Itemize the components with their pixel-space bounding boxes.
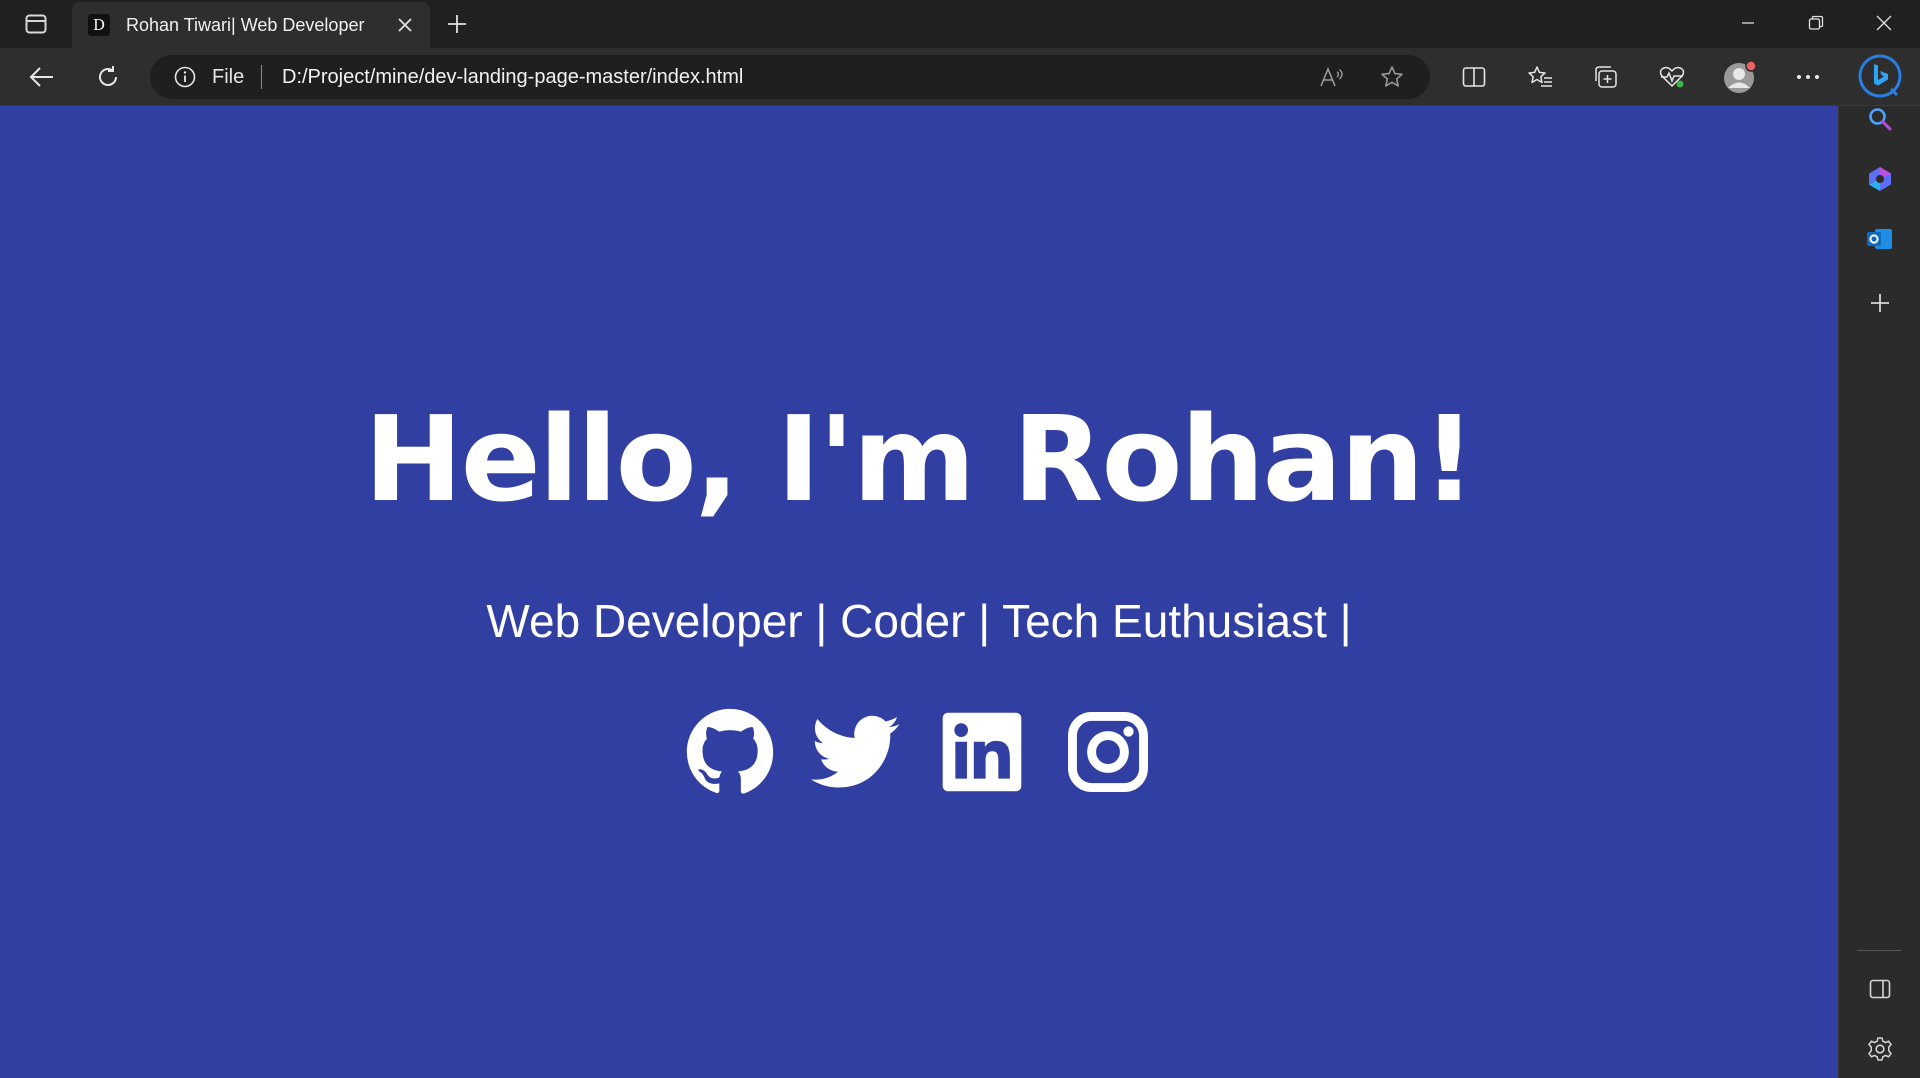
linkedin-link[interactable] [937,707,1027,797]
read-aloud-button[interactable] [1318,64,1346,90]
bing-icon [1858,54,1902,98]
bing-chat-button[interactable] [1856,52,1904,100]
page-subtitle: Web Developer | Coder | Tech Euthusiast … [486,595,1352,647]
github-link[interactable] [685,707,775,797]
sidebar-outlook-button[interactable] [1859,218,1901,260]
address-divider [261,65,262,89]
hide-sidebar-button[interactable] [1859,968,1901,1010]
minimize-button[interactable] [1714,0,1782,46]
browser-essentials-button[interactable] [1652,58,1692,96]
edge-sidebar [1838,106,1920,1078]
close-icon [1876,15,1892,31]
arrow-left-icon [29,67,53,87]
twitter-icon [811,715,900,788]
tab-actions-icon [25,14,47,34]
minimize-icon [1742,22,1754,24]
tab-strip: D Rohan Tiwari| Web Developer [0,0,1920,48]
active-tab[interactable]: D Rohan Tiwari| Web Developer [72,2,430,48]
sidebar-settings-button[interactable] [1859,1028,1901,1070]
social-links [0,706,1838,798]
gear-icon [1868,1037,1892,1061]
favorites-icon [1528,66,1552,87]
page-title: Hello, I'm Rohan! [363,390,1476,528]
search-icon [1869,108,1892,131]
scheme-label: File [212,66,245,88]
linkedin-icon [942,712,1022,792]
avatar-icon [1724,60,1757,93]
tab-title: Rohan Tiwari| Web Developer [126,14,365,35]
info-icon[interactable] [174,66,196,88]
split-screen-icon [1462,67,1486,87]
tab-actions-button[interactable] [18,12,54,36]
address-bar[interactable]: File D:/Project/mine/dev-landing-page-ma… [150,55,1430,99]
back-button[interactable] [22,58,62,96]
more-icon [1797,75,1819,79]
sidebar-divider [1857,950,1901,951]
new-tab-button[interactable] [442,10,472,38]
browser-toolbar: File D:/Project/mine/dev-landing-page-ma… [0,48,1920,106]
refresh-icon [99,66,117,86]
star-icon [1381,66,1403,87]
settings-more-button[interactable] [1788,58,1828,96]
refresh-button[interactable] [88,58,128,96]
heart-pulse-icon [1659,66,1685,88]
page-viewport: Hello, I'm Rohan! Web Developer | Coder … [0,106,1838,1078]
favorite-star-button[interactable] [1378,64,1406,90]
close-icon [398,18,412,32]
instagram-icon [1068,712,1148,792]
outlook-icon [1867,229,1892,249]
sidebar-add-button[interactable] [1859,282,1901,324]
instagram-link[interactable] [1063,707,1153,797]
url-text[interactable]: D:/Project/mine/dev-landing-page-master/… [282,66,743,89]
collections-button[interactable] [1586,58,1626,96]
restore-icon [1808,15,1824,30]
read-aloud-icon [1320,66,1343,87]
close-window-button[interactable] [1850,0,1918,46]
sidebar-search-button[interactable] [1859,98,1901,140]
profile-button[interactable] [1720,58,1760,96]
twitter-link[interactable] [811,707,901,797]
sidebar-panel-icon [1869,979,1891,999]
split-screen-button[interactable] [1454,58,1494,96]
collections-icon [1595,66,1617,88]
favorites-button[interactable] [1520,58,1560,96]
github-icon [686,708,774,794]
restore-button[interactable] [1782,0,1850,46]
site-favicon: D [88,14,110,36]
copilot-icon [1869,167,1891,191]
plus-icon [448,15,466,33]
close-tab-button[interactable] [394,14,416,36]
sidebar-copilot-button[interactable] [1859,158,1901,200]
plus-icon [1871,294,1889,312]
